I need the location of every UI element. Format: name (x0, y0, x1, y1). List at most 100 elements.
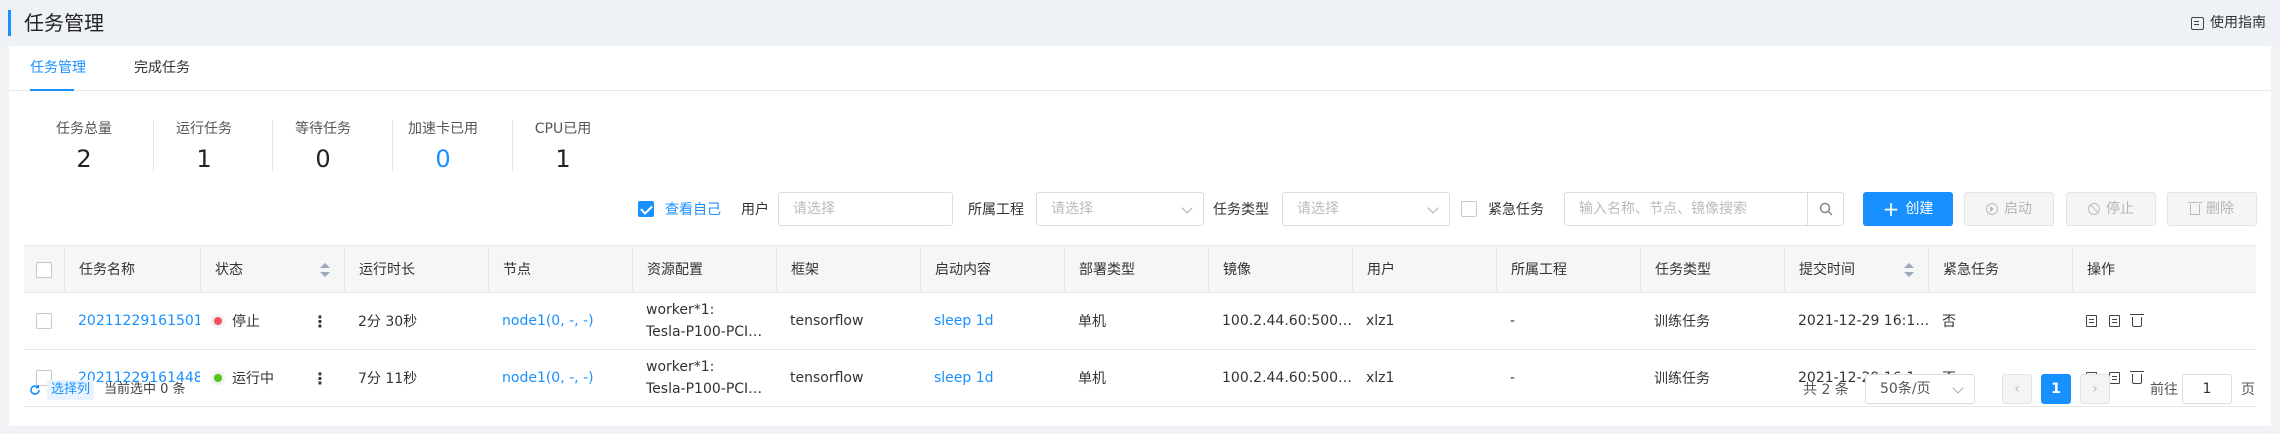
col-duration: 运行时长 (344, 246, 488, 294)
search-input[interactable]: 输入名称、节点、镜像搜索 (1564, 192, 1844, 226)
stat-running-tasks: 运行任务 1 (144, 119, 264, 175)
chevron-down-icon (1427, 202, 1439, 214)
chevron-down-icon (1952, 382, 1964, 394)
tab-bar: 任务管理 完成任务 (9, 46, 2271, 91)
search-placeholder: 输入名称、节点、镜像搜索 (1579, 201, 1747, 217)
page-1-button[interactable]: 1 (2041, 374, 2071, 404)
deploy-cell: 单机 (1078, 371, 1106, 387)
goto-prefix: 前往 (2150, 382, 2178, 398)
status-text: 停止 (232, 314, 260, 330)
page-size-select[interactable]: 50条/页 (1865, 374, 1975, 404)
task-type-filter-label: 任务类型 (1213, 202, 1269, 218)
view-self-checkbox[interactable] (638, 201, 654, 217)
col-deploy-type: 部署类型 (1064, 246, 1208, 294)
user-select[interactable]: 请选择 (778, 192, 953, 226)
sort-icon[interactable] (1904, 263, 1914, 277)
task-type-select[interactable]: 请选择 (1282, 192, 1450, 226)
col-user: 用户 (1352, 246, 1496, 294)
project-cell: - (1510, 370, 1516, 386)
copy-icon[interactable] (2109, 315, 2120, 327)
delete-button[interactable]: 删除 (2167, 192, 2257, 226)
user-cell: xlz1 (1366, 370, 1395, 386)
stat-value: 0 (315, 145, 331, 173)
project-cell: - (1510, 313, 1516, 329)
chevron-down-icon (1181, 202, 1193, 214)
stat-value[interactable]: 0 (383, 143, 503, 175)
main-panel: 任务管理 完成任务 任务总量 2 运行任务 1 等待任务 0 加速卡已用 0 C… (9, 46, 2271, 426)
user-filter-label: 用户 (741, 202, 769, 218)
stat-accelerator-used: 加速卡已用 0 (383, 119, 503, 175)
urgent-checkbox[interactable] (1461, 201, 1477, 217)
col-task-name: 任务名称 (64, 246, 200, 294)
node-link[interactable]: node1(0, -, -) (488, 293, 632, 349)
total-count: 共 2 条 (1803, 382, 1849, 398)
col-submit-time[interactable]: 提交时间 (1784, 246, 1928, 294)
select-all-checkbox[interactable] (36, 262, 52, 278)
stat-label: 运行任务 (176, 121, 232, 137)
col-node: 节点 (488, 246, 632, 294)
project-select-placeholder: 请选择 (1051, 201, 1093, 217)
trash-icon[interactable] (2130, 314, 2144, 327)
create-button[interactable]: + 创建 (1863, 192, 1953, 226)
user-cell: xlz1 (1366, 313, 1395, 329)
status-text: 运行中 (232, 371, 274, 387)
col-command: 启动内容 (920, 246, 1064, 294)
select-columns-control[interactable]: 选择列 当前选中 0 条 (29, 380, 186, 400)
row-checkbox[interactable] (36, 313, 52, 329)
sort-icon[interactable] (320, 263, 330, 277)
search-button[interactable] (1807, 193, 1843, 225)
next-page-button[interactable]: › (2080, 374, 2110, 404)
trash-icon[interactable] (2130, 371, 2144, 384)
stat-value: 1 (196, 145, 212, 173)
actions-cell (2072, 293, 2256, 349)
view-self-label[interactable]: 查看自己 (665, 200, 721, 220)
duration-cell: 2分 30秒 (358, 314, 418, 330)
command-link[interactable]: sleep 1d (920, 293, 1064, 349)
plus-icon: + (1882, 197, 1900, 221)
task-name-link[interactable]: 20211229161501 (64, 293, 200, 349)
start-button-label: 启动 (2004, 201, 2032, 217)
resource-cell: worker*1: Tesla-P100-PCI… (632, 293, 776, 349)
chevron-right-icon: › (2092, 381, 2098, 397)
edit-icon[interactable] (2086, 315, 2097, 327)
more-vertical-icon[interactable]: ⋮ (312, 369, 328, 388)
page-size-value: 50条/页 (1880, 381, 1931, 397)
stat-label: CPU已用 (534, 121, 592, 137)
play-icon (1986, 203, 1998, 215)
framework-cell: tensorflow (790, 370, 864, 386)
goto-suffix: 页 (2241, 382, 2255, 398)
start-button[interactable]: 启动 (1964, 192, 2054, 226)
trash-icon (2188, 201, 2202, 215)
tab-completed-tasks[interactable]: 完成任务 (134, 58, 190, 78)
stop-button-label: 停止 (2106, 201, 2134, 217)
user-guide-link[interactable]: 使用指南 (2191, 13, 2266, 33)
status-dot-running (214, 374, 222, 382)
stat-waiting-tasks: 等待任务 0 (263, 119, 383, 175)
page-header: 任务管理 使用指南 (0, 0, 2280, 46)
submit-time-cell: 2021-12-29 16:1… (1798, 313, 1928, 329)
prev-page-button[interactable]: ‹ (2002, 374, 2032, 404)
goto-page-input[interactable]: 1 (2182, 374, 2232, 404)
row-select-cell (24, 293, 64, 349)
tab-task-management[interactable]: 任务管理 (30, 58, 86, 78)
stat-total-tasks: 任务总量 2 (24, 119, 144, 175)
status-cell: 停止 ⋮ (200, 293, 344, 349)
status-dot-stop (214, 317, 222, 325)
more-vertical-icon[interactable]: ⋮ (312, 312, 328, 331)
col-status[interactable]: 状态 (200, 246, 344, 294)
chevron-left-icon: ‹ (2014, 381, 2020, 397)
stat-value: 1 (555, 145, 571, 173)
col-project: 所属工程 (1496, 246, 1640, 294)
table-row: 20211229161501 停止 ⋮ 2分 30秒 node1(0, -, -… (24, 293, 2256, 350)
col-resources: 资源配置 (632, 246, 776, 294)
search-icon (1819, 202, 1833, 216)
col-task-type: 任务类型 (1640, 246, 1784, 294)
copy-icon[interactable] (2109, 372, 2120, 384)
framework-cell: tensorflow (790, 313, 864, 329)
stop-button[interactable]: 停止 (2066, 192, 2156, 226)
project-filter-label: 所属工程 (968, 202, 1024, 218)
project-select[interactable]: 请选择 (1036, 192, 1204, 226)
command-link[interactable]: sleep 1d (920, 350, 1064, 406)
duration-cell: 7分 11秒 (358, 371, 418, 387)
node-link[interactable]: node1(0, -, -) (488, 350, 632, 406)
